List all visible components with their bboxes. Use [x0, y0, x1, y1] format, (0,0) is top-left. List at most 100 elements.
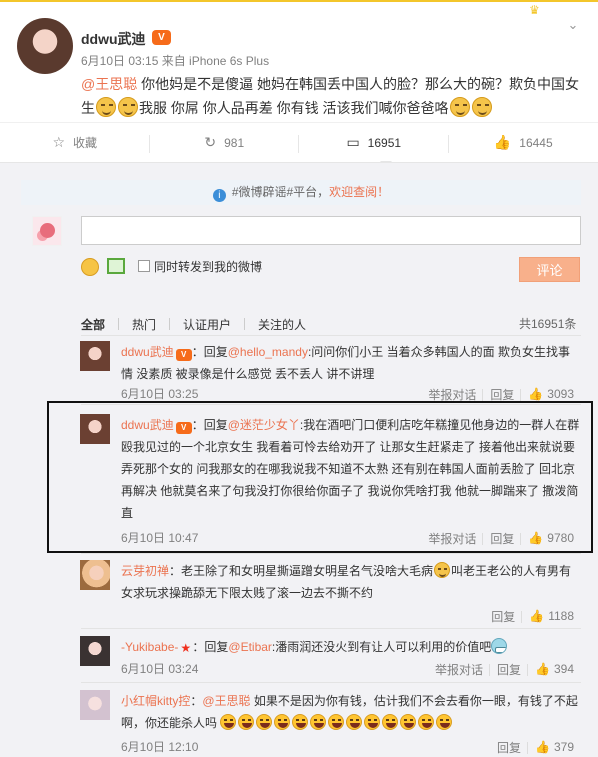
comment-count: 16951 [367, 135, 402, 150]
laugh-emoji-icon [274, 714, 291, 730]
star-icon: ★ [180, 641, 192, 655]
comment-prefix: ：回复 [192, 640, 229, 654]
laugh-emoji-icon [346, 714, 363, 730]
comment-divider [81, 553, 581, 554]
post-meta: 6月10日 03:15 来自 iPhone 6s Plus [81, 54, 270, 68]
submit-comment-button[interactable]: 评论 [519, 257, 580, 282]
reply-link[interactable]: 回复 [483, 386, 522, 403]
vip-icon: V [175, 422, 192, 434]
tabs-divider [81, 335, 581, 336]
thumbs-up-icon: 👍 [528, 531, 544, 545]
commenter-name[interactable]: -Yukibabe- [121, 640, 178, 654]
comment-body: -Yukibabe- ★：回复@Etibar:潘雨润还没火到有让人可以利用的价值吧 [121, 636, 581, 658]
report-conversation-link[interactable]: 举报对话 [421, 386, 484, 403]
laugh-emoji-icon [328, 714, 345, 730]
weibo-post-card: ♛ ⌄ ddwu武迪 V 6月10日 03:15 来自 iPhone 6s Pl… [0, 0, 598, 120]
commenter-avatar[interactable] [80, 690, 110, 720]
commenter-name[interactable]: ddwu武迪 [121, 418, 174, 432]
reply-link[interactable]: 回复 [490, 739, 529, 756]
top-accent-bar [0, 0, 598, 2]
comment-like-button[interactable]: 👍 3093 [521, 387, 581, 401]
comment-mention[interactable]: @hello_mandy [228, 345, 308, 359]
comment-meta: 6月10日 12:10 回复 👍 379 [121, 738, 581, 756]
smile-icon [96, 97, 116, 117]
notice-link[interactable]: 欢迎查阅！ [329, 185, 389, 199]
comment-mention[interactable]: @迷茫少女丫 [228, 418, 300, 432]
tab-all[interactable]: 全部 [81, 316, 105, 333]
comment-like-count: 1188 [548, 609, 574, 623]
commenter-name[interactable]: ddwu武迪 [121, 345, 174, 359]
notice-text: #微博辟谣#平台， [231, 185, 330, 199]
info-icon: i [212, 189, 226, 202]
smile-icon [449, 97, 470, 117]
comment-time: 6月10日 12:10 [121, 740, 199, 754]
laugh-emoji-icon [364, 714, 381, 730]
comment-meta: 6月10日 10:47 举报对话 回复 👍 9780 [121, 529, 581, 547]
tab-hot[interactable]: 热门 [132, 316, 156, 333]
comment-like-count: 379 [553, 740, 574, 754]
comment-item: 小红帽kitty控：@王思聪 如果不是因为你有钱，估计我们不会去看你一眼，有钱了… [80, 690, 581, 756]
comment-like-button[interactable]: 👍 1188 [522, 609, 581, 623]
laugh-emoji-icon [418, 714, 435, 730]
report-conversation-link[interactable]: 举报对话 [428, 661, 491, 678]
comment-text: :潘雨润还没火到有让人可以利用的价值吧 [271, 640, 492, 654]
comment-body: 云芽初禅：老王除了和女明星撕逼蹭女明星名气没啥大毛病 叫老王老公的人有男有女求玩求… [121, 560, 581, 604]
comment-total-count: 共16951条 [519, 317, 577, 331]
repost-checkbox[interactable] [138, 260, 150, 272]
post-mention-link[interactable]: @王思聪 [81, 76, 137, 92]
comment-body: 小红帽kitty控：@王思聪 如果不是因为你有钱，估计我们不会去看你一眼，有钱了… [121, 690, 581, 734]
comment-icon: ▭ [346, 134, 360, 150]
reply-link[interactable]: 回复 [490, 661, 529, 678]
star-icon: ☆ [52, 134, 66, 150]
commenter-name[interactable]: 云芽初禅 [121, 564, 169, 578]
smile-icon [118, 97, 138, 117]
post-author-name[interactable]: ddwu武迪 [81, 29, 146, 49]
reply-link[interactable]: 回复 [483, 530, 522, 547]
tab-separator [169, 318, 171, 330]
commenter-name[interactable]: 小红帽kitty控 [121, 694, 190, 708]
comment-body: ddwu武迪 V ：回复@hello_mandy:问问你们小王 当着众多韩国人的面 … [121, 341, 581, 385]
tab-separator [118, 318, 120, 330]
chevron-down-icon[interactable]: ⌄ [566, 18, 580, 32]
comment-text: 老王除了和女明星撕逼蹭女明星名气没啥大毛病 [181, 564, 434, 578]
comment-mention[interactable]: @Etibar [228, 640, 272, 654]
commenter-avatar[interactable] [80, 636, 110, 666]
comment-mention[interactable]: @王思聪 [202, 694, 250, 708]
comment-like-button[interactable]: 👍 394 [528, 662, 581, 676]
comment-body: ddwu武迪 V ：回复@迷茫少女丫:我在酒吧门口便利店吃年糕撞见他身边的一群人在群… [121, 414, 581, 524]
commenter-avatar[interactable] [80, 560, 110, 590]
laugh-emoji-icon [238, 714, 255, 730]
post-content: @王思聪 你他妈是不是傻逼 她妈在韩国丢中国人的脸？那么大的碗？欺负中国女生 我服… [81, 72, 581, 120]
current-user-avatar[interactable] [32, 216, 62, 246]
comment-prefix: ：回复 [191, 345, 228, 359]
thumbs-up-icon: 👍 [528, 387, 544, 401]
comment-actions: 举报对话 回复 👍 394 [428, 660, 581, 678]
comment-input[interactable] [81, 216, 581, 245]
commenter-avatar[interactable] [80, 414, 110, 444]
like-count: 16445 [519, 135, 553, 150]
reply-link[interactable]: 回复 [484, 608, 523, 625]
comment-time: 6月10日 10:47 [121, 531, 199, 545]
comment-divider [81, 628, 581, 629]
comment-like-button[interactable]: 👍 9780 [521, 531, 581, 545]
emoji-picker-icon[interactable] [81, 258, 99, 276]
comment-item: 云芽初禅：老王除了和女明星撕逼蹭女明星名气没啥大毛病 叫老王老公的人有男有女求玩求… [80, 560, 581, 625]
like-button[interactable]: 👍 16445 [449, 123, 598, 162]
laugh-emoji-icon [382, 714, 399, 730]
repost-button[interactable]: ↻ 981 [150, 123, 300, 162]
comment-like-count: 9780 [547, 531, 574, 545]
tab-following[interactable]: 关注的人 [258, 316, 306, 333]
image-upload-icon[interactable] [107, 258, 125, 274]
comment-button[interactable]: ▭ 16951 [299, 123, 449, 162]
report-conversation-link[interactable]: 举报对话 [421, 530, 484, 547]
favorite-button[interactable]: ☆ 收藏 [0, 123, 150, 162]
comment-like-button[interactable]: 👍 379 [528, 740, 581, 754]
author-avatar[interactable] [17, 18, 73, 74]
laugh-emoji-icon [220, 714, 237, 730]
commenter-avatar[interactable] [80, 341, 110, 371]
laugh-emoji-icon [310, 714, 327, 730]
tab-verified[interactable]: 认证用户 [183, 316, 231, 333]
sweat-emoji-icon [491, 638, 508, 654]
vip-icon: V [175, 349, 192, 361]
smile-icon [471, 97, 492, 117]
